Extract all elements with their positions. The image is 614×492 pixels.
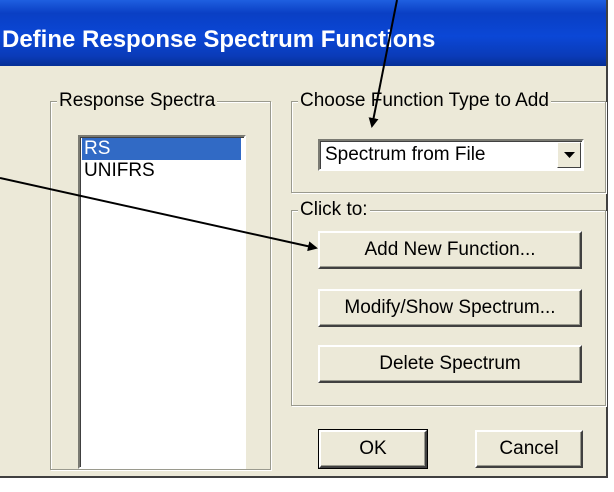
delete-spectrum-button[interactable]: Delete Spectrum: [318, 345, 582, 383]
add-new-function-label: Add New Function...: [364, 239, 536, 260]
response-spectra-group-label: Response Spectra: [57, 90, 218, 112]
cancel-label: Cancel: [499, 438, 559, 459]
modify-show-spectrum-button[interactable]: Modify/Show Spectrum...: [318, 289, 582, 327]
title-bar[interactable]: Define Response Spectrum Functions: [0, 0, 606, 66]
function-type-dropdown[interactable]: Spectrum from File: [318, 139, 584, 171]
function-type-group-label: Choose Function Type to Add: [298, 90, 551, 112]
list-item-rs[interactable]: RS: [82, 138, 241, 160]
response-spectra-list[interactable]: RS UNIFRS: [78, 135, 246, 469]
click-to-group-label: Click to:: [298, 199, 370, 221]
add-new-function-button[interactable]: Add New Function...: [318, 231, 582, 269]
delete-spectrum-label: Delete Spectrum: [379, 353, 521, 374]
dialog-window: Define Response Spectrum Functions Respo…: [0, 0, 608, 478]
screenshot-canvas: Define Response Spectrum Functions Respo…: [0, 0, 614, 492]
function-type-selected-value: Spectrum from File: [325, 144, 486, 165]
dropdown-button[interactable]: [557, 142, 581, 168]
chevron-down-icon: [564, 152, 575, 158]
window-title: Define Response Spectrum Functions: [2, 26, 436, 53]
cancel-button[interactable]: Cancel: [475, 430, 583, 468]
ok-button[interactable]: OK: [318, 429, 428, 469]
list-item-unifrs[interactable]: UNIFRS: [82, 160, 155, 182]
ok-label: OK: [359, 438, 387, 459]
modify-show-spectrum-label: Modify/Show Spectrum...: [344, 297, 556, 318]
